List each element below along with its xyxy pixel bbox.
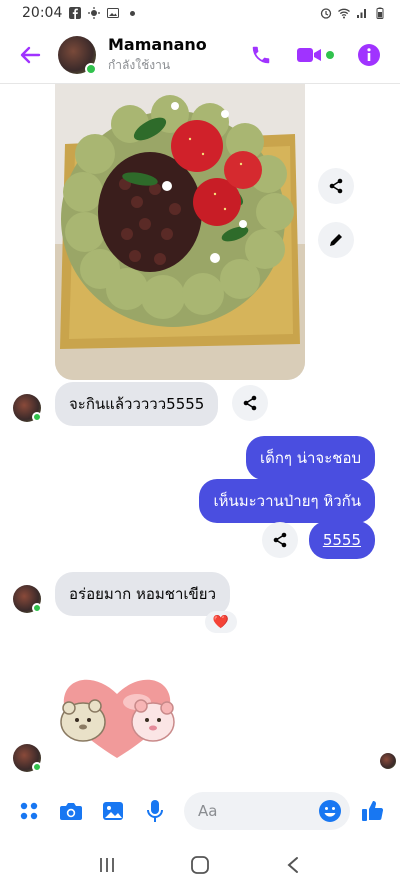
seen-indicator-avatar (380, 753, 396, 769)
emoji-icon[interactable] (318, 799, 342, 823)
share-button[interactable] (318, 168, 354, 204)
home-button[interactable] (180, 845, 220, 885)
share-icon (329, 178, 343, 194)
recent-apps-icon (99, 857, 114, 872)
grid-dots-icon (20, 802, 38, 820)
share-icon (273, 532, 287, 548)
weather-icon (88, 7, 101, 19)
conversation-header: Mamanano กำลังใช้งาน (0, 26, 400, 84)
info-button[interactable] (356, 42, 382, 68)
online-indicator (32, 412, 42, 422)
sticker-message[interactable] (55, 672, 180, 762)
video-active-dot-icon (326, 50, 334, 59)
pencil-icon (330, 234, 342, 246)
notification-dot-icon (130, 10, 136, 16)
voice-message-button[interactable] (142, 798, 168, 824)
message-bubble-outgoing[interactable]: เด็กๆ น่าจะชอบ (245, 436, 375, 480)
message-bubble-incoming[interactable]: อร่อยมาก หอมชาเขียว (55, 572, 231, 616)
back-arrow-icon (20, 46, 41, 63)
like-button[interactable] (360, 798, 386, 824)
message-composer: Aa (0, 786, 400, 836)
home-icon (191, 855, 209, 874)
share-button[interactable] (232, 385, 268, 421)
alarm-icon (320, 8, 332, 19)
microphone-icon (147, 800, 163, 822)
contact-avatar[interactable] (58, 35, 97, 75)
video-call-button[interactable] (296, 42, 334, 68)
signal-icon (357, 9, 366, 18)
facebook-icon (69, 7, 82, 19)
share-button[interactable] (262, 522, 298, 558)
wifi-icon (338, 8, 350, 19)
message-bubble-incoming[interactable]: จะกินแล้ววววว5555 (55, 382, 219, 426)
voice-call-button[interactable] (248, 42, 274, 68)
heart-reaction-icon: ❤️ (212, 614, 230, 630)
system-navigation-bar (0, 840, 400, 889)
gallery-icon (107, 8, 120, 18)
contact-info[interactable]: Mamanano กำลังใช้งาน (108, 35, 207, 75)
share-icon (243, 395, 257, 411)
recent-apps-button[interactable] (87, 845, 127, 885)
online-indicator (32, 762, 42, 772)
contact-name: Mamanano (108, 34, 207, 54)
gallery-button[interactable] (100, 798, 126, 824)
back-nav-button[interactable] (273, 845, 313, 885)
more-actions-button[interactable] (16, 798, 42, 824)
online-indicator (32, 603, 42, 613)
message-photo[interactable] (55, 84, 305, 380)
message-input[interactable]: Aa (184, 792, 350, 830)
message-input-placeholder: Aa (198, 802, 218, 820)
chevron-left-icon (287, 856, 299, 873)
back-button[interactable] (10, 35, 50, 75)
camera-button[interactable] (58, 798, 84, 824)
contact-status: กำลังใช้งาน (108, 57, 171, 72)
message-bubble-outgoing[interactable]: เห็นมะวานป่ายๆ หิวกัน (199, 479, 375, 523)
online-indicator (85, 62, 97, 75)
video-camera-icon (297, 47, 321, 62)
info-icon (358, 43, 380, 66)
phone-icon (252, 46, 270, 63)
message-bubble-outgoing[interactable]: 5555 (308, 521, 375, 559)
battery-icon (376, 7, 384, 19)
message-list[interactable]: จะกินแล้ววววว5555 เด็กๆ น่าจะชอบ เห็นมะว… (0, 84, 400, 786)
status-time: 20:04 (22, 5, 63, 21)
status-bar: 20:04 (0, 0, 400, 26)
edit-photo-button[interactable] (318, 222, 354, 258)
camera-icon (60, 803, 82, 820)
heart-hug-sticker (60, 679, 175, 758)
thumbs-up-icon (362, 801, 384, 821)
cake-photo (55, 84, 305, 380)
image-icon (103, 802, 123, 820)
reaction-badge[interactable]: ❤️ (205, 611, 237, 633)
